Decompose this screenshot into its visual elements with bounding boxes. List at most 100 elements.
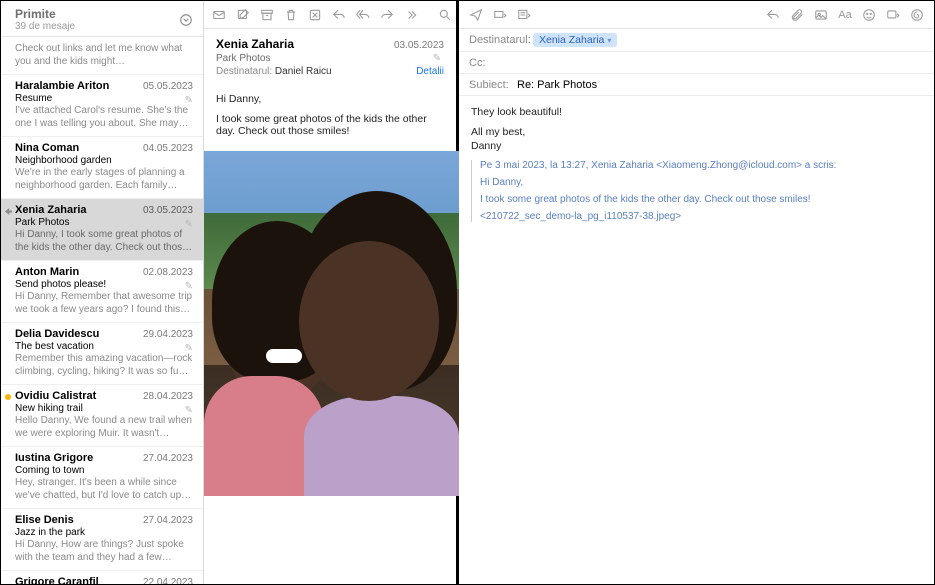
subject-input[interactable] xyxy=(517,79,924,91)
flag-indicator-icon xyxy=(5,394,11,400)
item-preview: Hey, stranger. It's been a while since w… xyxy=(15,477,193,502)
message-item[interactable]: Grigore Caranfil22.04.2023Season finaleD… xyxy=(1,571,203,584)
item-sender: Grigore Caranfil xyxy=(15,576,99,584)
message-item[interactable]: Check out links and let me know what you… xyxy=(1,37,203,75)
compose-line3: Danny xyxy=(471,140,922,152)
compose-body[interactable]: They look beautiful! All my best, Danny … xyxy=(459,96,934,584)
item-subject: New hiking trail xyxy=(15,403,193,414)
list-header: Primite 39 de mesaje xyxy=(1,1,203,37)
message-list-pane: Primite 39 de mesaje Check out links and… xyxy=(1,1,204,584)
pencil-icon: ✎ xyxy=(185,219,193,230)
attachment-photo[interactable] xyxy=(204,151,459,496)
message-scroll[interactable]: Check out links and let me know what you… xyxy=(1,37,203,584)
pencil-icon: ✎ xyxy=(185,281,193,292)
message-subject: Park Photos xyxy=(216,53,270,64)
message-item[interactable]: Elise Denis27.04.2023Jazz in the parkHi … xyxy=(1,509,203,571)
message-item[interactable]: Delia Davidescu 29.04.2023The best vacati… xyxy=(1,323,203,385)
item-subject: Resume xyxy=(15,93,193,104)
to-label: Destinatarul: xyxy=(216,66,272,77)
junk-icon[interactable] xyxy=(308,8,322,22)
from-name: Xenia Zaharia xyxy=(216,37,294,51)
reply-all-icon[interactable] xyxy=(356,8,370,22)
message-item[interactable]: Anton Marin02.08.2023Send photos please!… xyxy=(1,261,203,323)
message-viewer-pane: Xenia Zaharia 03.05.2023 Park Photos ✎ D… xyxy=(204,1,459,584)
more-icon[interactable] xyxy=(404,8,418,22)
cc-field-row[interactable]: Cc: xyxy=(459,52,934,74)
item-sender: Nina Coman xyxy=(15,142,79,154)
item-subject: Coming to town xyxy=(15,465,193,476)
item-date: 05.05.2023 xyxy=(143,81,193,92)
item-sender: Delia Davidescu xyxy=(15,328,99,340)
to-field-row[interactable]: Destinatarul: Xenia Zaharia xyxy=(459,29,934,52)
item-subject: Jazz in the park xyxy=(15,527,193,538)
photo-icon[interactable] xyxy=(814,8,828,22)
quoted-header: Pe 3 mai 2023, la 13:27, Xenia Zaharia <… xyxy=(480,160,922,171)
header-dropdown-icon[interactable] xyxy=(493,8,507,22)
quoted-block: Pe 3 mai 2023, la 13:27, Xenia Zaharia <… xyxy=(471,160,922,222)
item-date: 29.04.2023 xyxy=(143,329,193,340)
message-item[interactable]: Ovidiu Calistrat 28.04.2023New hiking tra… xyxy=(1,385,203,447)
item-preview: Hi Danny, I took some great photos of th… xyxy=(15,229,193,254)
message-header: Xenia Zaharia 03.05.2023 Park Photos ✎ D… xyxy=(204,29,456,83)
compose-line1: They look beautiful! xyxy=(471,106,922,118)
format-icon[interactable]: Aa xyxy=(838,8,852,22)
compose-subject-label: Subiect: xyxy=(469,79,517,91)
body-greeting: Hi Danny, xyxy=(216,93,444,105)
pencil-icon: ✎ xyxy=(185,343,193,354)
item-sender: Elise Denis xyxy=(15,514,74,526)
item-sender: Ovidiu Calistrat xyxy=(15,390,96,402)
message-date: 03.05.2023 xyxy=(394,40,444,51)
cc-input[interactable] xyxy=(533,57,924,69)
search-icon[interactable] xyxy=(438,8,452,22)
pencil-icon: ✎ xyxy=(185,405,193,416)
to-name: Daniel Raicu xyxy=(275,66,332,77)
item-date: 04.05.2023 xyxy=(143,143,193,154)
item-sender: Xenia Zaharia xyxy=(15,204,87,216)
media-dropdown-icon[interactable] xyxy=(886,8,900,22)
item-subject: The best vacation xyxy=(15,341,193,352)
compose-to-label: Destinatarul: xyxy=(469,34,533,46)
message-item[interactable]: Iustina Grigore 27.04.2023Coming to townH… xyxy=(1,447,203,509)
item-preview: Hi Danny, Remember that awesome trip we … xyxy=(15,291,193,316)
item-date: 28.04.2023 xyxy=(143,391,193,402)
details-link[interactable]: Detalii xyxy=(416,66,444,77)
item-preview: I've attached Carol's resume. She's the … xyxy=(15,105,193,130)
quoted-text: I took some great photos of the kids the… xyxy=(480,194,922,205)
viewer-toolbar xyxy=(204,1,456,29)
item-preview: We're in the early stages of planning a … xyxy=(15,167,193,192)
message-item[interactable]: Xenia Zaharia03.05.2023Park PhotosHi Dan… xyxy=(1,199,203,261)
item-preview: Check out links and let me know what you… xyxy=(15,43,193,68)
reply-action-icon[interactable] xyxy=(766,8,780,22)
message-count: 39 de mesaje xyxy=(15,21,75,32)
message-body: Hi Danny, I took some great photos of th… xyxy=(204,83,456,145)
message-item[interactable]: Nina Coman04.05.2023Neighborhood gardenW… xyxy=(1,137,203,199)
template-dropdown-icon[interactable] xyxy=(517,8,531,22)
item-date: 27.04.2023 xyxy=(143,453,193,464)
item-date: 02.08.2023 xyxy=(143,267,193,278)
quoted-attachment: <210722_sec_demo-la_pg_i110537-38.jpeg> xyxy=(480,211,922,222)
item-preview: Hi Danny, How are things? Just spoke wit… xyxy=(15,539,193,564)
filter-icon[interactable] xyxy=(179,13,193,27)
forward-icon[interactable] xyxy=(380,8,394,22)
envelope-icon[interactable] xyxy=(212,8,226,22)
body-text: I took some great photos of the kids the… xyxy=(216,113,444,137)
emoji-icon[interactable] xyxy=(862,8,876,22)
message-item[interactable]: Haralambie Ariton 05.05.2023ResumeI've at… xyxy=(1,75,203,137)
recipient-pill[interactable]: Xenia Zaharia xyxy=(533,33,617,47)
item-sender: Iustina Grigore xyxy=(15,452,93,464)
trash-icon[interactable] xyxy=(284,8,298,22)
compose-pane: Aa Destinatarul: Xenia Zaharia Cc: Subie… xyxy=(459,1,934,584)
item-preview: Hello Danny, We found a new trail when w… xyxy=(15,415,193,440)
reply-icon[interactable] xyxy=(332,8,346,22)
item-date: 03.05.2023 xyxy=(143,205,193,216)
markup-icon[interactable] xyxy=(910,8,924,22)
item-sender: Haralambie Ariton xyxy=(15,80,109,92)
compose-cc-label: Cc: xyxy=(469,57,533,69)
subject-field-row[interactable]: Subiect: xyxy=(459,74,934,96)
attach-icon[interactable] xyxy=(790,8,804,22)
quoted-greeting: Hi Danny, xyxy=(480,177,922,188)
compose-icon[interactable] xyxy=(236,8,250,22)
archive-icon[interactable] xyxy=(260,8,274,22)
send-icon[interactable] xyxy=(469,8,483,22)
item-preview: Remember this amazing vacation—rock clim… xyxy=(15,353,193,378)
